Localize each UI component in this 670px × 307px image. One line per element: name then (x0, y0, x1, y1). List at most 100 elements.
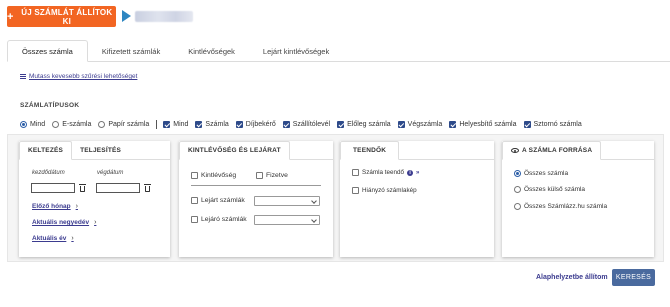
expiring-invoices-checkbox[interactable]: Lejáró számlák (191, 216, 247, 223)
source-szamlazz-invoices-radio[interactable]: Összes Számlázz.hu számla (514, 203, 607, 210)
radio-paper-invoice-label: Papír számla (108, 121, 150, 128)
radio-paper-invoice-control[interactable] (98, 121, 106, 128)
expired-invoices-select[interactable] (254, 196, 320, 206)
source-external-invoices-radio-control[interactable] (514, 186, 521, 193)
chevron-right-icon: › (94, 219, 97, 226)
missing-invoice-image-checkbox-control[interactable] (352, 187, 359, 194)
source-szamlazz-invoices-label: Összes Számlázz.hu számla (524, 203, 608, 210)
tab-overdue[interactable]: Lejárt kintlévőségek (249, 40, 343, 62)
current-quarter-link[interactable]: Aktuális negyedév › (32, 219, 96, 226)
end-date-input[interactable] (96, 183, 140, 193)
checkbox-invoice[interactable]: Számla (195, 121, 229, 128)
radio-e-invoice-control[interactable] (52, 121, 60, 128)
info-icon[interactable]: i (407, 169, 414, 176)
due-card-tabs: KINTLÉVŐSÉG ÉS LEJÁRAT (179, 141, 333, 160)
invoice-tabs: Összes számla Kifizetett számlák Kintlév… (7, 40, 670, 62)
reset-filters-link[interactable]: Alaphelyzetbe állítom (536, 274, 608, 281)
top-bar: + ÚJ SZÁMLÁT ÁLLÍTOK KI (0, 0, 670, 36)
paid-checkbox[interactable]: Fizetve (256, 172, 288, 179)
end-date-label: végdátum (97, 170, 124, 176)
paid-checkbox-control[interactable] (256, 172, 263, 179)
checkbox-proforma[interactable]: Díjbekérő (235, 121, 276, 128)
outstanding-checkbox[interactable]: Kintlévőség (191, 172, 236, 179)
checkbox-advance-invoice[interactable]: Előleg számla (337, 121, 391, 128)
checkbox-cancel-invoice[interactable]: Sztornó számla (523, 121, 582, 128)
radio-paper-invoice[interactable]: Papír számla (98, 121, 149, 128)
divider (156, 120, 158, 129)
current-year-label: Aktuális év (32, 235, 67, 242)
checkbox-delivery-note-label: Szállítólevél (292, 121, 331, 128)
checkbox-cancel-invoice-label: Sztornó számla (533, 121, 582, 128)
tab-fulfillment-date[interactable]: TELJESÍTÉS (72, 141, 129, 160)
checkbox-delivery-note-control[interactable] (282, 121, 290, 128)
checkbox-cancel-invoice-control[interactable] (523, 121, 531, 128)
tab-outstanding[interactable]: Kintlévőségek (174, 40, 249, 62)
source-all-invoices-label: Összes számla (524, 170, 569, 177)
checkbox-correction-invoice-control[interactable] (449, 121, 457, 128)
previous-month-label: Előző hónap (32, 203, 71, 210)
tab-issue-date[interactable]: KELTEZÉS (19, 141, 73, 160)
checkbox-proforma-control[interactable] (235, 121, 243, 128)
radio-all[interactable]: Mind (20, 121, 45, 128)
chevron-right-icon: › (71, 235, 74, 242)
invoice-todo-checkbox-control[interactable] (352, 169, 359, 176)
checkbox-final-invoice-label: Végszámla (407, 121, 443, 128)
source-szamlazz-invoices-radio-control[interactable] (514, 203, 521, 210)
checkbox-advance-invoice-label: Előleg számla (347, 121, 391, 128)
checkbox-invoice-label: Számla (205, 121, 229, 128)
outstanding-label: Kintlévőség (201, 172, 237, 179)
checkbox-advance-invoice-control[interactable] (337, 121, 345, 128)
less-filters-link[interactable]: Mutass kevesebb szűrési lehetőséget (20, 73, 137, 80)
expiring-invoices-checkbox-control[interactable] (191, 216, 198, 223)
due-card: KINTLÉVŐSÉG ÉS LEJÁRAT Kintlévőség Fizet… (179, 141, 333, 257)
tab-all-invoices[interactable]: Összes számla (7, 40, 88, 62)
chevron-down-icon (311, 198, 317, 204)
checkbox-proforma-label: Díjbekérő (245, 121, 276, 128)
missing-invoice-image-checkbox[interactable]: Hiányzó számlakép (352, 187, 417, 194)
invoice-type-filters: Mind E-számla Papír számla Mind Számla D… (20, 120, 589, 129)
double-chevron-right-icon[interactable]: » (416, 170, 419, 176)
source-all-invoices-radio[interactable]: Összes számla (514, 170, 568, 177)
source-card: A SZÁMLA FORRÁSA Összes számla Összes kü… (502, 141, 654, 257)
expired-invoices-checkbox-control[interactable] (191, 197, 198, 204)
tab-paid-invoices[interactable]: Kifizetett számlák (88, 40, 174, 62)
invoice-types-title: SZÁMLATÍPUSOK (20, 102, 80, 109)
radio-e-invoice[interactable]: E-számla (52, 121, 91, 128)
expired-invoices-checkbox[interactable]: Lejárt számlák (191, 197, 245, 204)
expired-invoices-label: Lejárt számlák (201, 197, 245, 204)
checkbox-invoice-control[interactable] (195, 121, 203, 128)
new-invoice-button[interactable]: + ÚJ SZÁMLÁT ÁLLÍTOK KI (7, 6, 116, 27)
checkbox-correction-invoice[interactable]: Helyesbítő számla (449, 121, 517, 128)
due-card-title: KINTLÉVŐSÉG ÉS LEJÁRAT (179, 141, 290, 160)
source-all-invoices-radio-control[interactable] (514, 170, 521, 177)
checkbox-delivery-note[interactable]: Szállítólevél (282, 121, 331, 128)
clear-start-date-icon[interactable] (79, 184, 86, 192)
expiring-invoices-select[interactable] (254, 215, 320, 225)
expiring-invoices-label: Lejáró számlák (201, 216, 247, 223)
checkbox-all-label: Mind (173, 121, 189, 128)
checkbox-final-invoice-control[interactable] (397, 121, 405, 128)
plus-icon: + (7, 10, 14, 23)
invoice-todo-checkbox[interactable]: Számla teendő i » (352, 169, 419, 176)
checkbox-all-control[interactable] (163, 121, 171, 128)
search-button[interactable]: KERESÉS (612, 269, 655, 286)
todo-card-title: TEENDŐK (340, 141, 400, 160)
clear-end-date-icon[interactable] (144, 184, 151, 192)
play-icon[interactable] (122, 10, 131, 22)
missing-invoice-image-label: Hiányzó számlakép (362, 187, 417, 194)
current-quarter-label: Aktuális negyedév (32, 219, 90, 226)
checkbox-correction-invoice-label: Helyesbítő számla (459, 121, 517, 128)
filter-lines-icon (20, 74, 26, 79)
invoice-todo-label: Számla teendő (362, 169, 405, 176)
start-date-input[interactable] (31, 183, 75, 193)
current-year-link[interactable]: Aktuális év › (32, 235, 74, 242)
checkbox-final-invoice[interactable]: Végszámla (397, 121, 443, 128)
date-card: KELTEZÉS TELJESÍTÉS kezdődátum végdátum … (19, 141, 170, 257)
radio-all-control[interactable] (20, 121, 27, 128)
radio-all-label: Mind (30, 121, 46, 128)
checkbox-all[interactable]: Mind (163, 121, 188, 128)
outstanding-checkbox-control[interactable] (191, 172, 198, 179)
new-invoice-label: ÚJ SZÁMLÁT ÁLLÍTOK KI (21, 7, 113, 26)
source-external-invoices-radio[interactable]: Összes külső számla (514, 186, 585, 193)
previous-month-link[interactable]: Előző hónap › (32, 203, 78, 210)
